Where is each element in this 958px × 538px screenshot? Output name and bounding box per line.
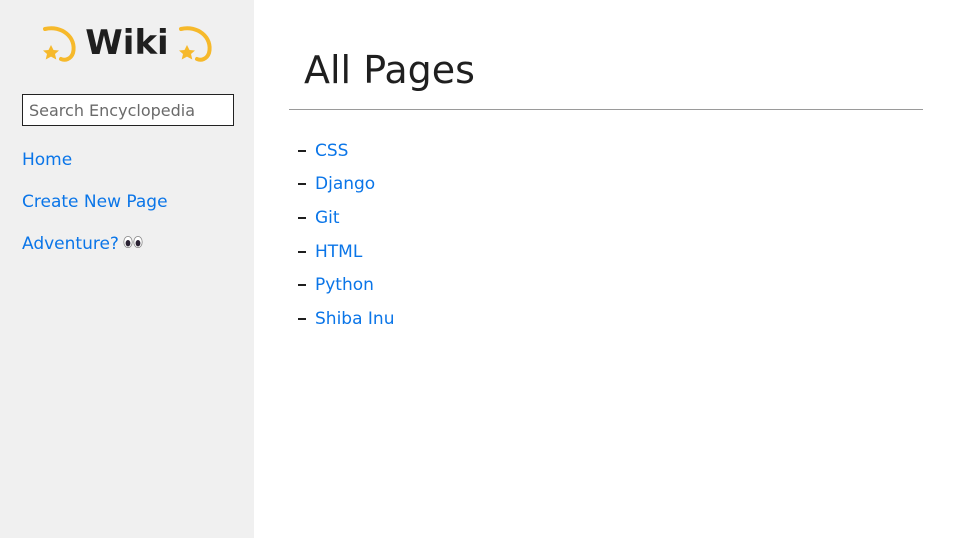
page-link-git[interactable]: Git <box>315 208 340 228</box>
page-link-shiba-inu[interactable]: Shiba Inu <box>315 309 394 329</box>
nav-link-create-new-page[interactable]: Create New Page <box>22 191 168 213</box>
list-item: Python <box>298 268 394 302</box>
page-link-python[interactable]: Python <box>315 275 374 295</box>
page-link-html[interactable]: HTML <box>315 242 362 262</box>
bullet-dash <box>298 149 306 152</box>
bullet-dash <box>298 250 306 253</box>
list-item: HTML <box>298 235 394 269</box>
bullet-dash <box>298 216 306 219</box>
bullet-dash <box>298 183 306 186</box>
eyes-icon <box>123 233 143 255</box>
dizzy-star-icon <box>175 23 215 63</box>
nav-link-adventure-label: Adventure? <box>22 234 119 254</box>
main-content: All Pages CSS Django Git HTML Python Shi… <box>254 0 958 538</box>
bullet-dash <box>298 317 306 320</box>
page-link-django[interactable]: Django <box>315 174 375 194</box>
page-list: CSS Django Git HTML Python Shiba Inu <box>298 134 394 336</box>
page-link-css[interactable]: CSS <box>315 141 348 161</box>
dizzy-star-icon <box>39 23 79 63</box>
search-input[interactable] <box>22 94 234 126</box>
divider <box>289 109 923 110</box>
list-item: CSS <box>298 134 394 168</box>
list-item: Shiba Inu <box>298 302 394 336</box>
bullet-dash <box>298 284 306 287</box>
list-item: Git <box>298 201 394 235</box>
brand: Wiki <box>0 20 254 66</box>
site-title[interactable]: Wiki <box>85 20 168 66</box>
page-title: All Pages <box>304 48 475 92</box>
list-item: Django <box>298 168 394 202</box>
sidebar: Wiki Home Create New Page Adventure? <box>0 0 254 538</box>
wiki-app: Wiki Home Create New Page Adventure? All… <box>0 0 958 538</box>
nav-link-home[interactable]: Home <box>22 149 72 171</box>
nav-link-adventure[interactable]: Adventure? <box>22 233 143 255</box>
